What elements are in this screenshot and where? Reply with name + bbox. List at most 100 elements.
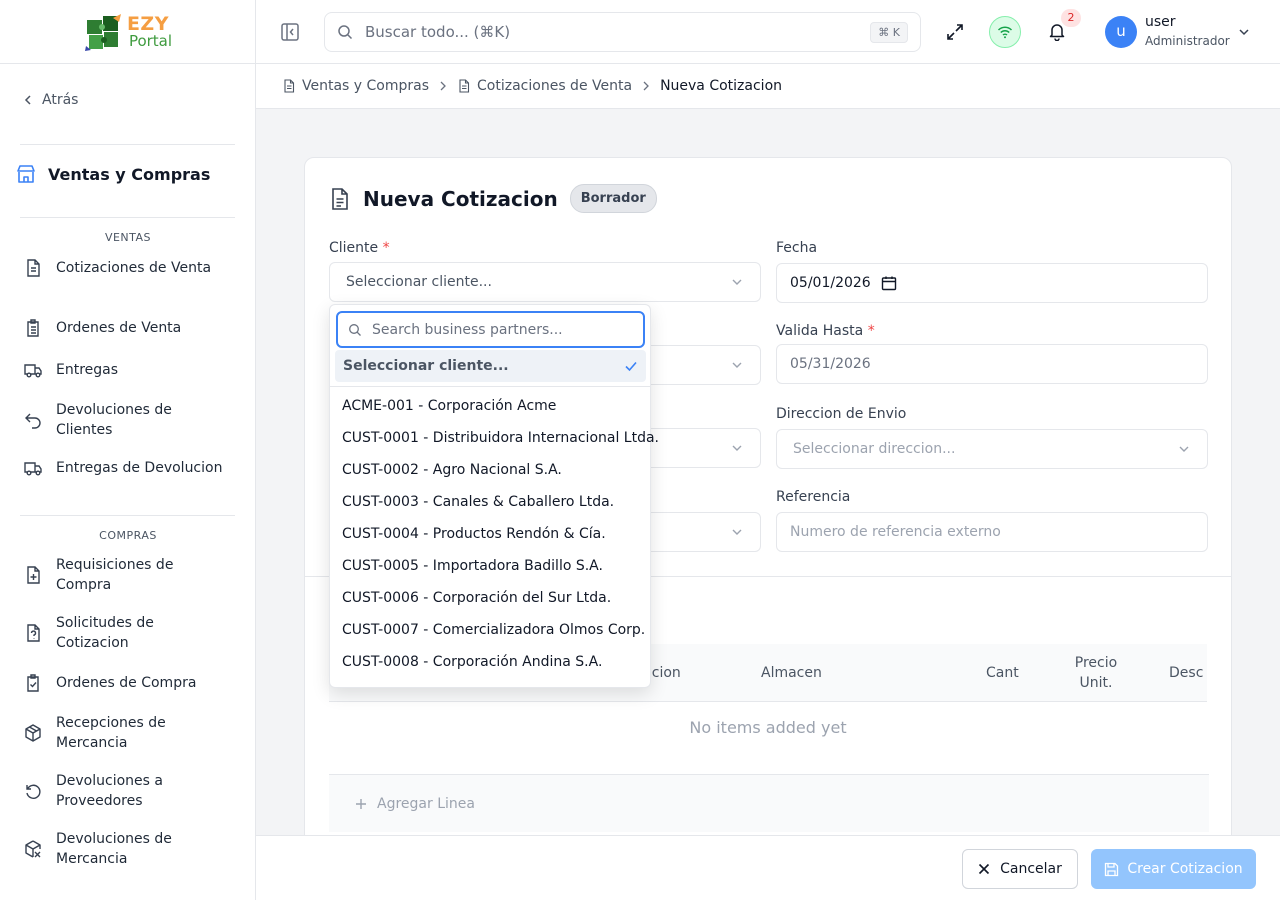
page-title: Nueva Cotizacion Borrador	[329, 184, 657, 213]
breadcrumb-label: Ventas y Compras	[302, 78, 430, 94]
add-line-label: Agregar Linea	[377, 795, 475, 812]
column-header: Desc %	[1169, 665, 1207, 681]
avatar[interactable]: u	[1105, 16, 1137, 48]
chevron-down-icon	[732, 529, 742, 535]
sidebar-item-label: Devoluciones a Proveedores	[56, 773, 163, 809]
section-header[interactable]: Ventas y Compras	[16, 164, 239, 184]
sidebar-item-label: Ordenes de Venta	[56, 320, 182, 336]
column-header: Precio Unit.	[1074, 655, 1118, 691]
search-icon	[349, 323, 361, 336]
cliente-label: Cliente *	[329, 240, 390, 256]
add-line-button[interactable]: Agregar Linea	[329, 774, 1209, 832]
sidebar-item-recepciones-mercancia[interactable]: Recepciones de Mercancia	[24, 713, 224, 753]
valida-hasta-label: Valida Hasta *	[776, 323, 875, 339]
dropdown-option[interactable]: CUST-0006 - Corporación del Sur Ltda.	[342, 587, 642, 619]
sidebar-toggle-icon[interactable]	[280, 22, 300, 42]
check-icon	[625, 361, 637, 372]
logo[interactable]: EZY Portal	[0, 0, 255, 64]
chevron-left-icon	[24, 95, 31, 105]
direccion-envio-label: Direccion de Envio	[776, 406, 907, 422]
sidebar-item-solicitudes-cotizacion[interactable]: Solicitudes de Cotizacion	[24, 613, 224, 653]
required-mark: *	[382, 240, 390, 256]
breadcrumb-item[interactable]: Cotizaciones de Venta	[457, 78, 632, 94]
referencia-placeholder: Numero de referencia externo	[790, 524, 1001, 540]
back-link[interactable]: Atrás	[22, 92, 78, 108]
cancel-button[interactable]: Cancelar	[962, 849, 1078, 889]
fullscreen-icon[interactable]	[945, 22, 965, 42]
dropdown-option[interactable]: CUST-0002 - Agro Nacional S.A.	[342, 459, 642, 491]
dropdown-option[interactable]: CUST-0008 - Corporación Andina S.A.	[342, 651, 642, 683]
sidebar-item-label: Devoluciones de Clientes	[56, 402, 172, 438]
dropdown-option[interactable]: CUST-0001 - Distribuidora Internacional …	[342, 427, 659, 459]
required-mark: *	[867, 323, 875, 339]
group-label-ventas: VENTAS	[104, 231, 152, 244]
connection-status[interactable]	[989, 16, 1021, 48]
sidebar: EZY Portal Atrás Ventas y Compras VENTAS…	[0, 0, 256, 900]
rotate-icon	[26, 784, 41, 799]
cliente-select-value: Seleccionar cliente...	[346, 274, 492, 290]
chevron-right-icon	[643, 81, 649, 91]
user-role: Administrador	[1145, 34, 1230, 48]
sidebar-item-devoluciones-mercancia[interactable]: Devoluciones de Mercancia	[24, 829, 224, 869]
create-quotation-button[interactable]: Crear Cotizacion	[1091, 849, 1256, 889]
column-header: Almacen	[761, 665, 822, 681]
direccion-envio-value: Seleccionar direccion...	[793, 441, 956, 457]
logo-text-main: EZY	[126, 12, 169, 35]
sidebar-item-label: Recepciones de Mercancia	[56, 715, 166, 751]
chevron-down-icon[interactable]	[1237, 25, 1251, 39]
sidebar-item-entregas[interactable]: Entregas	[24, 360, 224, 380]
sidebar-item-label: Cotizaciones de Venta	[56, 260, 212, 276]
document-icon	[459, 79, 470, 93]
store-icon	[17, 165, 35, 183]
sidebar-item-label: Devoluciones de Mercancia	[56, 831, 172, 867]
title-text: Nueva Cotizacion	[363, 186, 558, 211]
sidebar-item-ordenes-venta[interactable]: Ordenes de Venta	[24, 318, 224, 338]
partner-search-input[interactable]: Search business partners...	[336, 311, 645, 348]
package-x-icon	[25, 840, 41, 858]
search-shortcut: ⌘ K	[870, 21, 908, 43]
status-badge: Borrador	[569, 184, 657, 213]
divider	[330, 386, 650, 387]
global-search-input[interactable]: Buscar todo... (⌘K) ⌘ K	[324, 12, 921, 52]
valida-hasta-input[interactable]: 05/31/2026	[776, 344, 1208, 384]
dropdown-option[interactable]: CUST-0003 - Canales & Caballero Ltda.	[342, 491, 642, 523]
referencia-label: Referencia	[776, 489, 851, 505]
sidebar-item-devoluciones-clientes[interactable]: Devoluciones de Clientes	[24, 400, 224, 440]
wifi-icon	[997, 26, 1013, 39]
cliente-dropdown: Search business partners... Seleccionar …	[329, 304, 659, 688]
breadcrumb-current: Nueva Cotizacion	[660, 78, 782, 94]
back-label: Atrás	[42, 92, 79, 108]
valida-hasta-value: 05/31/2026	[790, 356, 871, 372]
direccion-envio-select[interactable]: Seleccionar direccion...	[776, 429, 1208, 469]
sidebar-item-entregas-devolucion[interactable]: Entregas de Devolucion	[24, 458, 224, 478]
document-icon	[284, 79, 295, 93]
fecha-value: 05/01/2026	[790, 275, 871, 291]
file-plus-icon	[27, 566, 40, 584]
dropdown-option-selected[interactable]: Seleccionar cliente...	[335, 350, 646, 382]
cliente-select[interactable]: Seleccionar cliente...	[329, 262, 761, 302]
logo-puzzle-icon	[84, 13, 121, 51]
sidebar-item-requisiciones-compra[interactable]: Requisiciones de Compra	[24, 555, 224, 595]
chevron-right-icon	[440, 81, 446, 91]
create-label: Crear Cotizacion	[1127, 861, 1243, 877]
sidebar-item-devoluciones-proveedores[interactable]: Devoluciones a Proveedores	[24, 771, 224, 811]
breadcrumb-item[interactable]: Ventas y Compras	[282, 78, 429, 94]
breadcrumb-label: Cotizaciones de Venta	[477, 78, 633, 94]
calendar-icon[interactable]	[881, 275, 897, 291]
breadcrumb: Ventas y Compras Cotizaciones de Venta N…	[256, 64, 1280, 109]
truck-return-icon	[24, 462, 42, 476]
truck-icon	[24, 364, 42, 378]
dropdown-option[interactable]: CUST-0007 - Comercializadora Olmos Corp.	[342, 619, 645, 651]
user-name[interactable]: user	[1145, 14, 1176, 30]
sidebar-item-label: Entregas de Devolucion	[56, 460, 223, 476]
plus-icon	[356, 798, 366, 809]
dropdown-option[interactable]: ACME-001 - Corporación Acme	[342, 395, 642, 427]
document-icon	[27, 259, 40, 277]
referencia-input[interactable]: Numero de referencia externo	[776, 512, 1208, 552]
fecha-input[interactable]: 05/01/2026	[776, 263, 1208, 303]
sidebar-item-ordenes-compra[interactable]: Ordenes de Compra	[24, 673, 224, 693]
empty-state: No items added yet	[689, 718, 847, 737]
dropdown-option[interactable]: CUST-0004 - Productos Rendón & Cía.	[342, 523, 642, 555]
sidebar-item-cotizaciones-venta[interactable]: Cotizaciones de Venta	[24, 258, 224, 278]
dropdown-option[interactable]: CUST-0005 - Importadora Badillo S.A.	[342, 555, 642, 587]
